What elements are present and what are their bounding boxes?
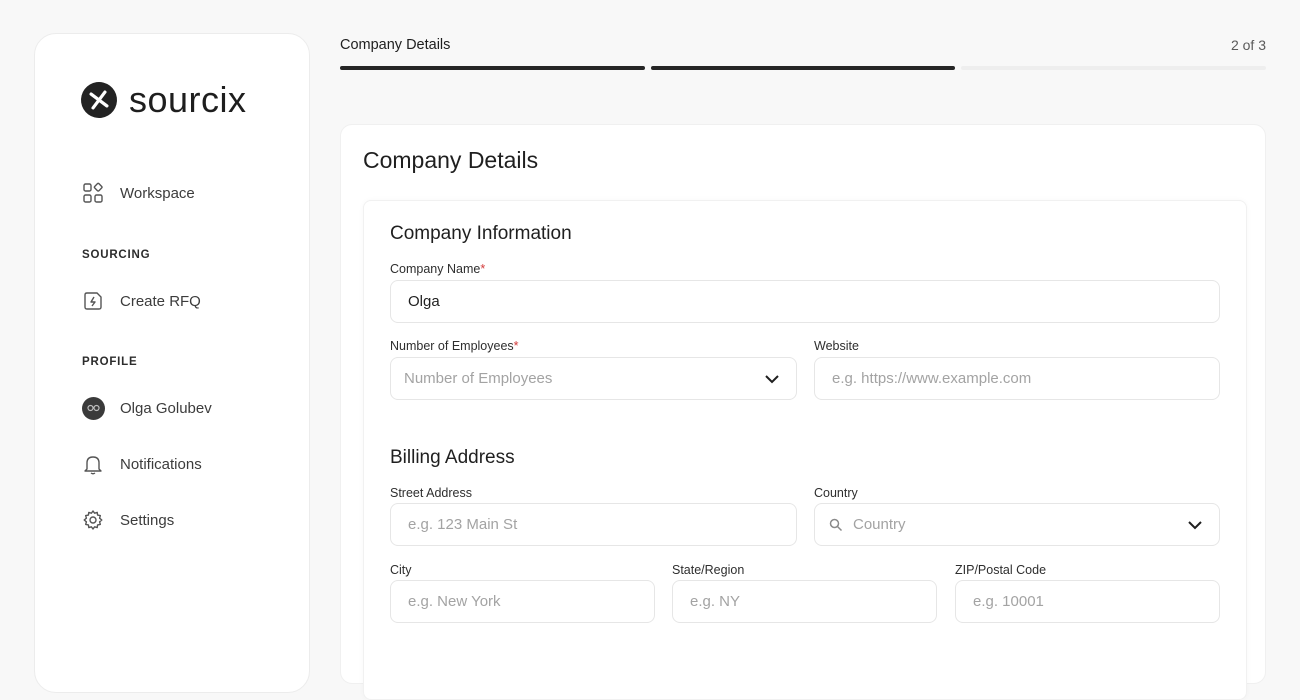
company-name-label: Company Name* — [390, 262, 486, 276]
section-label-profile: PROFILE — [82, 356, 138, 368]
country-label: Country — [814, 486, 858, 500]
sidebar-item-label: Workspace — [120, 184, 195, 202]
search-icon — [829, 518, 843, 532]
sidebar-item-profile[interactable]: Olga Golubev — [81, 396, 212, 420]
chevron-down-icon — [1187, 517, 1203, 537]
sidebar-item-label: Olga Golubev — [120, 399, 212, 417]
state-input[interactable]: e.g. NY — [672, 580, 937, 623]
bell-icon — [81, 452, 105, 476]
company-information-title: Company Information — [390, 223, 572, 244]
create-rfq-icon — [81, 289, 105, 313]
sidebar-item-label: Create RFQ — [120, 292, 201, 310]
sidebar-item-workspace[interactable]: Workspace — [81, 181, 195, 205]
street-address-input[interactable]: e.g. 123 Main St — [390, 503, 797, 546]
sidebar: sourcix Workspace SOURCING Create RFQ PR… — [34, 33, 310, 693]
employees-label: Number of Employees* — [390, 339, 519, 353]
street-address-label: Street Address — [390, 486, 472, 500]
sidebar-item-label: Settings — [120, 511, 175, 529]
zip-input[interactable]: e.g. 10001 — [955, 580, 1220, 623]
card-title: Company Details — [363, 147, 539, 173]
employees-select[interactable]: Number of Employees — [390, 357, 797, 400]
country-placeholder: Country — [853, 516, 906, 533]
grid-icon — [81, 181, 105, 205]
company-name-input[interactable]: Olga — [390, 280, 1220, 323]
brand-logo[interactable]: sourcix — [78, 79, 247, 121]
zip-label: ZIP/Postal Code — [955, 563, 1047, 577]
gear-icon — [81, 508, 105, 532]
progress-step-2 — [651, 66, 955, 70]
sidebar-item-label: Notifications — [120, 455, 202, 473]
state-label: State/Region — [672, 563, 745, 577]
chevron-down-icon — [764, 371, 780, 391]
brand-name: sourcix — [129, 79, 247, 120]
employees-placeholder: Number of Employees — [404, 370, 553, 387]
required-marker: * — [480, 262, 486, 276]
sourcix-logo-icon — [78, 79, 120, 121]
sidebar-item-settings[interactable]: Settings — [81, 508, 174, 532]
company-details-card: Company Details Company Information Comp… — [340, 124, 1266, 700]
city-input[interactable]: e.g. New York — [390, 580, 655, 623]
section-label-sourcing: SOURCING — [82, 249, 151, 261]
step-counter: 2 of 3 — [1230, 37, 1266, 53]
sidebar-item-notifications[interactable]: Notifications — [81, 452, 202, 476]
sidebar-item-create-rfq[interactable]: Create RFQ — [81, 289, 201, 313]
country-select[interactable]: Country — [814, 503, 1220, 546]
step-progress-bar — [340, 66, 1266, 70]
required-marker: * — [513, 339, 519, 353]
city-label: City — [390, 563, 412, 577]
billing-address-title: Billing Address — [390, 447, 515, 468]
avatar — [81, 396, 105, 420]
company-form: Company Information Company Name* Olga N… — [363, 200, 1247, 700]
website-input[interactable]: e.g. https://www.example.com — [814, 357, 1220, 400]
step-title: Company Details — [340, 37, 451, 53]
progress-step-3 — [961, 66, 1266, 70]
progress-step-1 — [340, 66, 645, 70]
website-label: Website — [814, 339, 859, 353]
